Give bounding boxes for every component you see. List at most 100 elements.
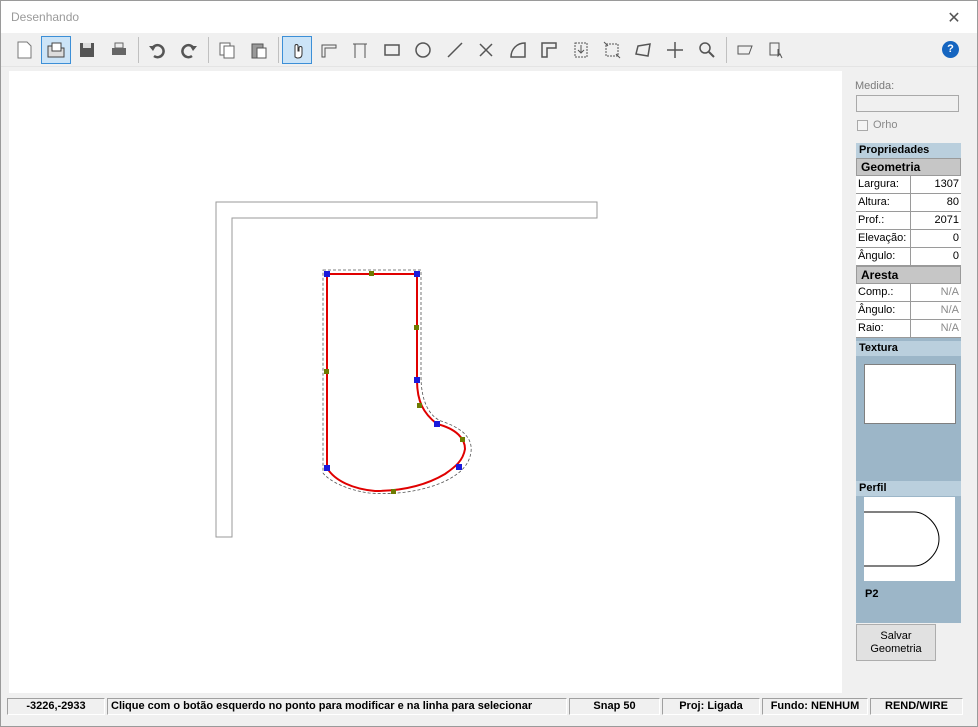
circle-button[interactable] (408, 36, 438, 64)
properties-panel: Propriedades Geometria Largura: 1307 Altur… (856, 143, 961, 623)
print-button[interactable] (104, 36, 134, 64)
save-icon (80, 42, 94, 57)
property-key: Raio: (856, 320, 911, 337)
circle-icon (415, 41, 431, 58)
corner-button[interactable] (534, 36, 564, 64)
status-snap[interactable]: Snap 50 (569, 698, 660, 715)
arc-icon (509, 41, 526, 58)
canvas-drawing (215, 201, 598, 538)
line-button[interactable] (440, 36, 470, 64)
property-value[interactable]: N/A (911, 320, 961, 337)
redo-icon (180, 43, 197, 58)
wall-outline (215, 201, 598, 538)
paste-icon (251, 43, 266, 58)
toolbar-separator (138, 36, 139, 63)
undo-button[interactable] (142, 36, 172, 64)
profile-shape-icon (864, 511, 940, 567)
toolbar-separator (278, 36, 279, 63)
trim-icon (479, 42, 493, 57)
property-row: Altura: 80 (856, 194, 961, 212)
property-row: Ângulo: 0 (856, 248, 961, 266)
property-key: Largura: (856, 176, 911, 193)
open-folder-button[interactable] (40, 35, 71, 64)
edit-cursor-icon (769, 42, 782, 58)
hand-select-icon (294, 43, 303, 58)
layer-button[interactable] (730, 36, 760, 64)
layer-icon (737, 45, 753, 54)
toolbar: ? (1, 33, 977, 67)
hand-select-button[interactable] (282, 35, 312, 64)
zoom-add-button[interactable] (692, 36, 722, 64)
save-button-label-1: Salvar (880, 630, 912, 642)
copy-button[interactable] (212, 36, 242, 64)
window-title: Desenhando (11, 10, 80, 24)
property-value[interactable]: N/A (911, 302, 961, 319)
trim-button[interactable] (471, 36, 501, 64)
vertex-handle (456, 464, 462, 470)
orho-label: Orho (873, 119, 898, 131)
medida-label: Medida: (855, 80, 895, 92)
new-doc-button[interactable] (9, 36, 39, 64)
close-icon[interactable]: ✕ (945, 8, 963, 28)
dimension-icon (353, 43, 367, 58)
arc-button[interactable] (503, 36, 533, 64)
redo-button[interactable] (174, 36, 204, 64)
toolbar-separator (726, 36, 727, 63)
move-button[interactable] (660, 36, 690, 64)
new-doc-icon (17, 41, 32, 58)
property-key: Altura: (856, 194, 911, 211)
property-key: Ângulo: (856, 302, 911, 319)
help-icon[interactable]: ? (942, 41, 959, 58)
drawing-canvas[interactable] (9, 71, 842, 693)
rectangle-button[interactable] (377, 36, 407, 64)
status-mode[interactable]: REND/WIRE (870, 698, 963, 715)
orho-check-box[interactable] (857, 119, 868, 131)
property-row: Elevação: 0 (856, 230, 961, 248)
paste-button[interactable] (244, 36, 274, 64)
property-value[interactable]: 0 (911, 248, 961, 265)
corner-icon (541, 41, 557, 58)
rectangle-icon (383, 43, 400, 56)
status-bar: -3226,-2933 Clique com o botão esquerdo … (7, 698, 967, 716)
vertex-handle (434, 421, 440, 427)
texture-preview[interactable] (864, 364, 956, 424)
resize-button[interactable] (597, 36, 627, 64)
print-icon (111, 42, 126, 55)
status-proj[interactable]: Proj: Ligada (662, 698, 760, 715)
vertex-handle (414, 377, 420, 383)
midpoint-handle (460, 437, 465, 442)
property-value[interactable]: 2071 (911, 212, 961, 229)
edit-cursor-button[interactable] (762, 36, 792, 64)
midpoint-handle (414, 325, 419, 330)
medida-input[interactable] (856, 95, 959, 112)
save-geometry-button[interactable]: Salvar Geometria (856, 624, 936, 661)
resize-icon (603, 41, 621, 58)
profile-preview[interactable] (864, 497, 955, 581)
property-value[interactable]: N/A (911, 284, 961, 301)
rotate-button[interactable] (629, 36, 659, 64)
property-value[interactable]: 1307 (911, 176, 961, 193)
geometria-section-title: Geometria (856, 158, 961, 176)
save-button[interactable] (72, 36, 102, 64)
vertex-handle (324, 465, 330, 471)
title-bar: Desenhando ✕ (1, 1, 977, 33)
orho-checkbox[interactable]: Orho (857, 119, 965, 131)
toolbar-separator (208, 36, 209, 63)
property-value[interactable]: 0 (911, 230, 961, 247)
line-icon (446, 41, 463, 58)
property-value[interactable]: 80 (911, 194, 961, 211)
status-fundo[interactable]: Fundo: NENHUM (762, 698, 868, 715)
status-hint: Clique com o botão esquerdo no ponto par… (107, 698, 567, 715)
insert-button[interactable] (566, 36, 596, 64)
undo-icon (149, 43, 165, 58)
move-icon (667, 41, 683, 58)
property-key: Elevação: (856, 230, 911, 247)
draw-shape-button[interactable] (314, 36, 344, 64)
aresta-table: Comp.: N/A Ângulo: N/A Raio: N/A (856, 284, 961, 338)
textura-label: Textura (856, 341, 961, 356)
geometria-table: Largura: 1307 Altura: 80 Prof.: 2071 Elevação:… (856, 176, 961, 266)
dimension-button[interactable] (345, 36, 375, 64)
property-row: Prof.: 2071 (856, 212, 961, 230)
rotate-icon (634, 42, 651, 57)
countertop-shape (326, 273, 467, 493)
